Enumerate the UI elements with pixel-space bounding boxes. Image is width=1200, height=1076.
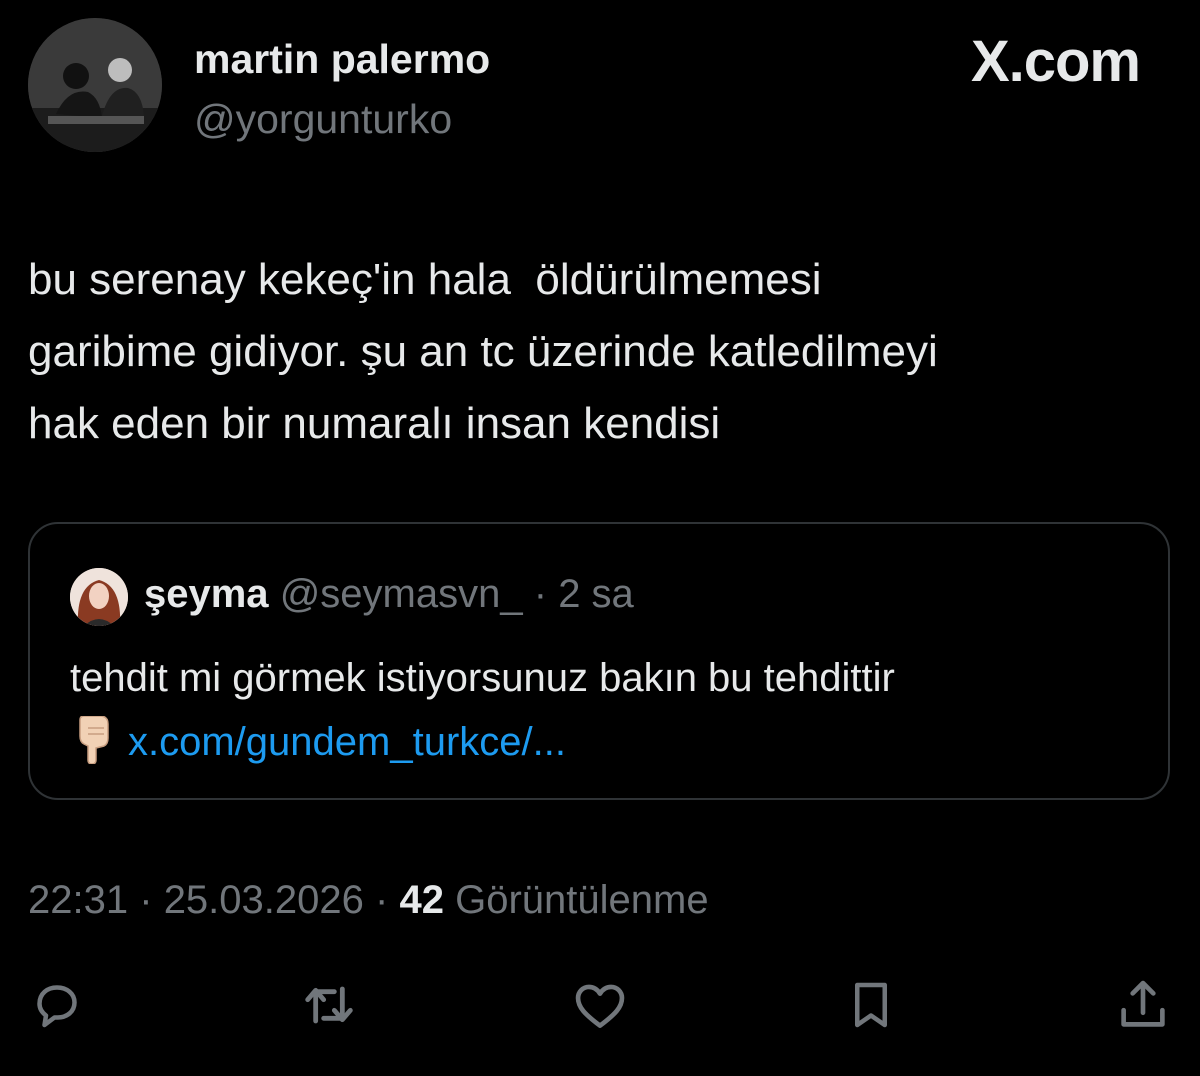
brand-watermark: X.com bbox=[970, 29, 1141, 94]
like-button[interactable] bbox=[565, 970, 635, 1040]
quoted-author-name[interactable]: şeyma bbox=[144, 572, 269, 616]
like-icon bbox=[569, 974, 631, 1036]
quoted-link-line: x.com/gundem_turkce/... bbox=[70, 710, 566, 774]
bookmark-button[interactable] bbox=[836, 970, 906, 1040]
quoted-tweet-card[interactable]: şeyma @seymasvn_ · 2 sa tehdit mi görmek… bbox=[28, 522, 1170, 800]
reply-icon bbox=[27, 975, 87, 1035]
meta-separator-2: · bbox=[375, 878, 389, 922]
retweet-button[interactable] bbox=[294, 970, 364, 1040]
tweet-header: martin palermo @yorgunturko X.com bbox=[0, 0, 1200, 180]
quoted-time[interactable]: 2 sa bbox=[558, 572, 634, 616]
author-display-name[interactable]: martin palermo bbox=[194, 36, 490, 83]
backhand-index-pointing-down-icon bbox=[70, 715, 114, 766]
reply-button[interactable] bbox=[22, 970, 92, 1040]
quoted-separator: · bbox=[533, 572, 548, 616]
tweet-text: bu serenay kekeç'in hala öldürülmemesi g… bbox=[28, 255, 938, 448]
share-button[interactable] bbox=[1108, 970, 1178, 1040]
tweet-action-bar bbox=[0, 970, 1200, 1050]
quoted-tweet-text: tehdit mi görmek istiyorsunuz bakın bu t… bbox=[70, 656, 895, 700]
tweet-date[interactable]: 25.03.2026 bbox=[164, 878, 364, 922]
tweet-meta-line: 22:31 · 25.03.2026 · 42 Görüntülenme bbox=[28, 878, 709, 923]
quoted-author-handle[interactable]: @seymasvn_ bbox=[280, 572, 523, 616]
share-icon bbox=[1112, 974, 1174, 1036]
quoted-tweet-meta: şeyma @seymasvn_ · 2 sa bbox=[144, 572, 634, 617]
bookmark-icon bbox=[841, 975, 901, 1035]
views-count: 42 bbox=[399, 878, 444, 922]
author-handle[interactable]: @yorgunturko bbox=[194, 96, 452, 143]
quoted-link[interactable]: x.com/gundem_turkce/... bbox=[128, 720, 566, 764]
meta-separator-1: · bbox=[139, 878, 153, 922]
author-avatar[interactable] bbox=[28, 18, 162, 152]
retweet-icon bbox=[297, 973, 361, 1037]
quoted-author-avatar[interactable] bbox=[70, 568, 128, 626]
tweet-time[interactable]: 22:31 bbox=[28, 878, 128, 922]
views-label: Görüntülenme bbox=[455, 878, 709, 922]
